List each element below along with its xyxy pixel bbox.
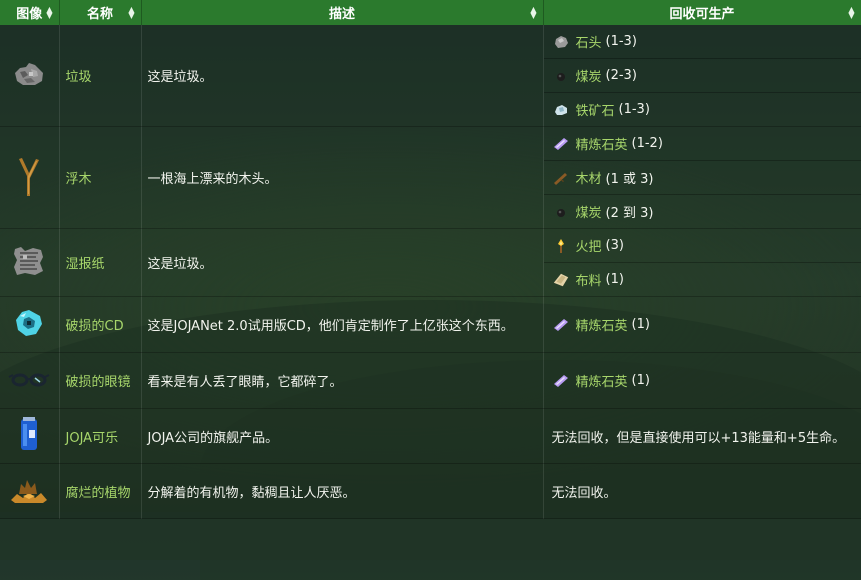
item-description: 这是JOJANet 2.0试用版CD，他们肯定制作了上亿张这个东西。 [141,296,544,353]
recycle-item: 精炼石英 (1) [544,297,861,352]
recycle-item: 石头 (1-3) [543,25,861,59]
item-name[interactable]: JOJA可乐 [59,408,142,464]
sort-icon[interactable]: ▲ ▼ [530,6,536,20]
recycle-item-qty: (1-3) [605,34,637,49]
recycle-item-qty: (1 或 3) [605,172,654,187]
coal-icon [552,67,570,85]
item-image-cell [0,126,60,229]
table-row: 破损的眼镜 看来是有人丢了眼睛，它都碎了。 精炼石英 (1) [0,352,861,409]
column-header-recycle-label: 回收可生产 [669,7,735,22]
coal-icon [552,203,570,221]
recycle-item-qty: (2 到 3) [605,206,654,221]
recycle-cell: 无法回收，但是直接使用可以+13能量和+5生命。 [543,408,861,464]
recycle-item-name[interactable]: 精炼石英 [576,134,628,153]
recycle-cell: 无法回收。 [543,463,861,519]
item-name[interactable]: 破损的CD [59,296,142,353]
stone-icon [552,33,570,51]
recycle-item-name[interactable]: 精炼石英 [576,371,628,390]
joja-cola-icon [17,416,41,452]
trash-recycling-table: 图像 ▲ ▼ 名称 ▲ ▼ 描述 ▲ ▼ 回收可生产 ▲ ▼ 垃圾 这是垃圾。 … [0,0,861,519]
sort-icon[interactable]: ▲ ▼ [848,6,854,20]
broken-glasses-icon [7,369,51,389]
item-name[interactable]: 破损的眼镜 [59,352,142,409]
recycle-cell: 精炼石英 (1) [543,352,861,409]
item-description: 一根海上漂来的木头。 [141,126,544,229]
table-row: 浮木 一根海上漂来的木头。 精炼石英 (1-2) 木材 (1 或 3) 煤炭 (… [0,126,861,229]
recycle-item-qty: (1) [631,373,650,388]
recycle-item: 煤炭 (2 到 3) [544,195,861,228]
sort-icon[interactable]: ▲ ▼ [46,6,52,20]
recycle-item: 木材 (1 或 3) [543,161,861,195]
recycle-item-qty: (1) [631,317,650,332]
recycle-item-qty: (1) [605,272,624,287]
recycle-item-qty: (1-2) [631,136,663,151]
recycle-item: 精炼石英 (1) [544,353,861,408]
table-row: 垃圾 这是垃圾。 石头 (1-3) 煤炭 (2-3) 铁矿石 (1-3) [0,25,861,127]
recycle-item: 火把 (3) [543,229,861,263]
recycle-item: 铁矿石 (1-3) [544,93,861,126]
item-name[interactable]: 垃圾 [59,25,142,127]
refined-quartz-icon [552,316,570,334]
item-name[interactable]: 浮木 [59,126,142,229]
table-row: 腐烂的植物 分解着的有机物，黏稠且让人厌恶。 无法回收。 [0,463,861,519]
recycle-item-name[interactable]: 布料 [576,270,602,289]
column-header-image[interactable]: 图像 ▲ ▼ [0,0,60,25]
column-header-name-label: 名称 [86,7,113,22]
column-header-description[interactable]: 描述 ▲ ▼ [141,0,544,25]
table-header-row: 图像 ▲ ▼ 名称 ▲ ▼ 描述 ▲ ▼ 回收可生产 ▲ ▼ [0,0,861,25]
recycle-item-name[interactable]: 石头 [576,32,602,51]
item-image-cell [0,228,60,297]
recycle-item: 布料 (1) [544,263,861,296]
recycle-note: 无法回收。 [551,485,617,501]
torch-icon [552,237,570,255]
column-header-recycle[interactable]: 回收可生产 ▲ ▼ [543,0,861,25]
recycle-item-name[interactable]: 煤炭 [576,66,602,85]
item-image-cell [0,25,60,127]
wood-icon [552,169,570,187]
soggy-newspaper-icon [11,245,47,277]
recycle-note: 无法回收，但是直接使用可以+13能量和+5生命。 [551,430,846,446]
recycle-item-name[interactable]: 精炼石英 [576,315,628,334]
recycle-item-name[interactable]: 火把 [576,236,602,255]
recycle-item-name[interactable]: 木材 [576,168,602,187]
rotten-plant-icon [9,474,49,504]
recycle-item-qty: (1-3) [618,102,650,117]
refined-quartz-icon [552,372,570,390]
refined-quartz-icon [552,135,570,153]
item-name[interactable]: 湿报纸 [59,228,142,297]
item-image-cell [0,408,60,464]
recycle-cell: 精炼石英 (1-2) 木材 (1 或 3) 煤炭 (2 到 3) [543,126,861,229]
recycle-item-name[interactable]: 煤炭 [576,202,602,221]
recycle-item-qty: (2-3) [605,68,637,83]
column-header-description-label: 描述 [328,7,355,22]
item-description: 这是垃圾。 [141,25,544,127]
driftwood-icon [14,154,44,198]
recycle-item-name[interactable]: 铁矿石 [576,100,615,119]
item-image-cell [0,463,60,519]
trash-icon [11,59,47,89]
recycle-item: 煤炭 (2-3) [543,59,861,93]
table-row: JOJA可乐 JOJA公司的旗舰产品。 无法回收，但是直接使用可以+13能量和+… [0,408,861,464]
column-header-image-label: 图像 [16,7,43,22]
item-description: JOJA公司的旗舰产品。 [141,408,544,464]
item-image-cell [0,352,60,409]
item-name[interactable]: 腐烂的植物 [59,463,142,519]
broken-cd-icon [14,308,44,338]
recycle-item: 精炼石英 (1-2) [543,127,861,161]
recycle-item-qty: (3) [605,238,624,253]
item-description: 这是垃圾。 [141,228,544,297]
column-header-name[interactable]: 名称 ▲ ▼ [59,0,142,25]
table-row: 破损的CD 这是JOJANet 2.0试用版CD，他们肯定制作了上亿张这个东西。… [0,296,861,353]
table-row: 湿报纸 这是垃圾。 火把 (3) 布料 (1) [0,228,861,297]
item-description: 看来是有人丢了眼睛，它都碎了。 [141,352,544,409]
item-image-cell [0,296,60,353]
iron-ore-icon [552,101,570,119]
recycle-cell: 精炼石英 (1) [543,296,861,353]
cloth-icon [552,271,570,289]
recycle-cell: 石头 (1-3) 煤炭 (2-3) 铁矿石 (1-3) [543,25,861,127]
sort-icon[interactable]: ▲ ▼ [128,6,134,20]
item-description: 分解着的有机物，黏稠且让人厌恶。 [141,463,544,519]
recycle-cell: 火把 (3) 布料 (1) [543,228,861,297]
